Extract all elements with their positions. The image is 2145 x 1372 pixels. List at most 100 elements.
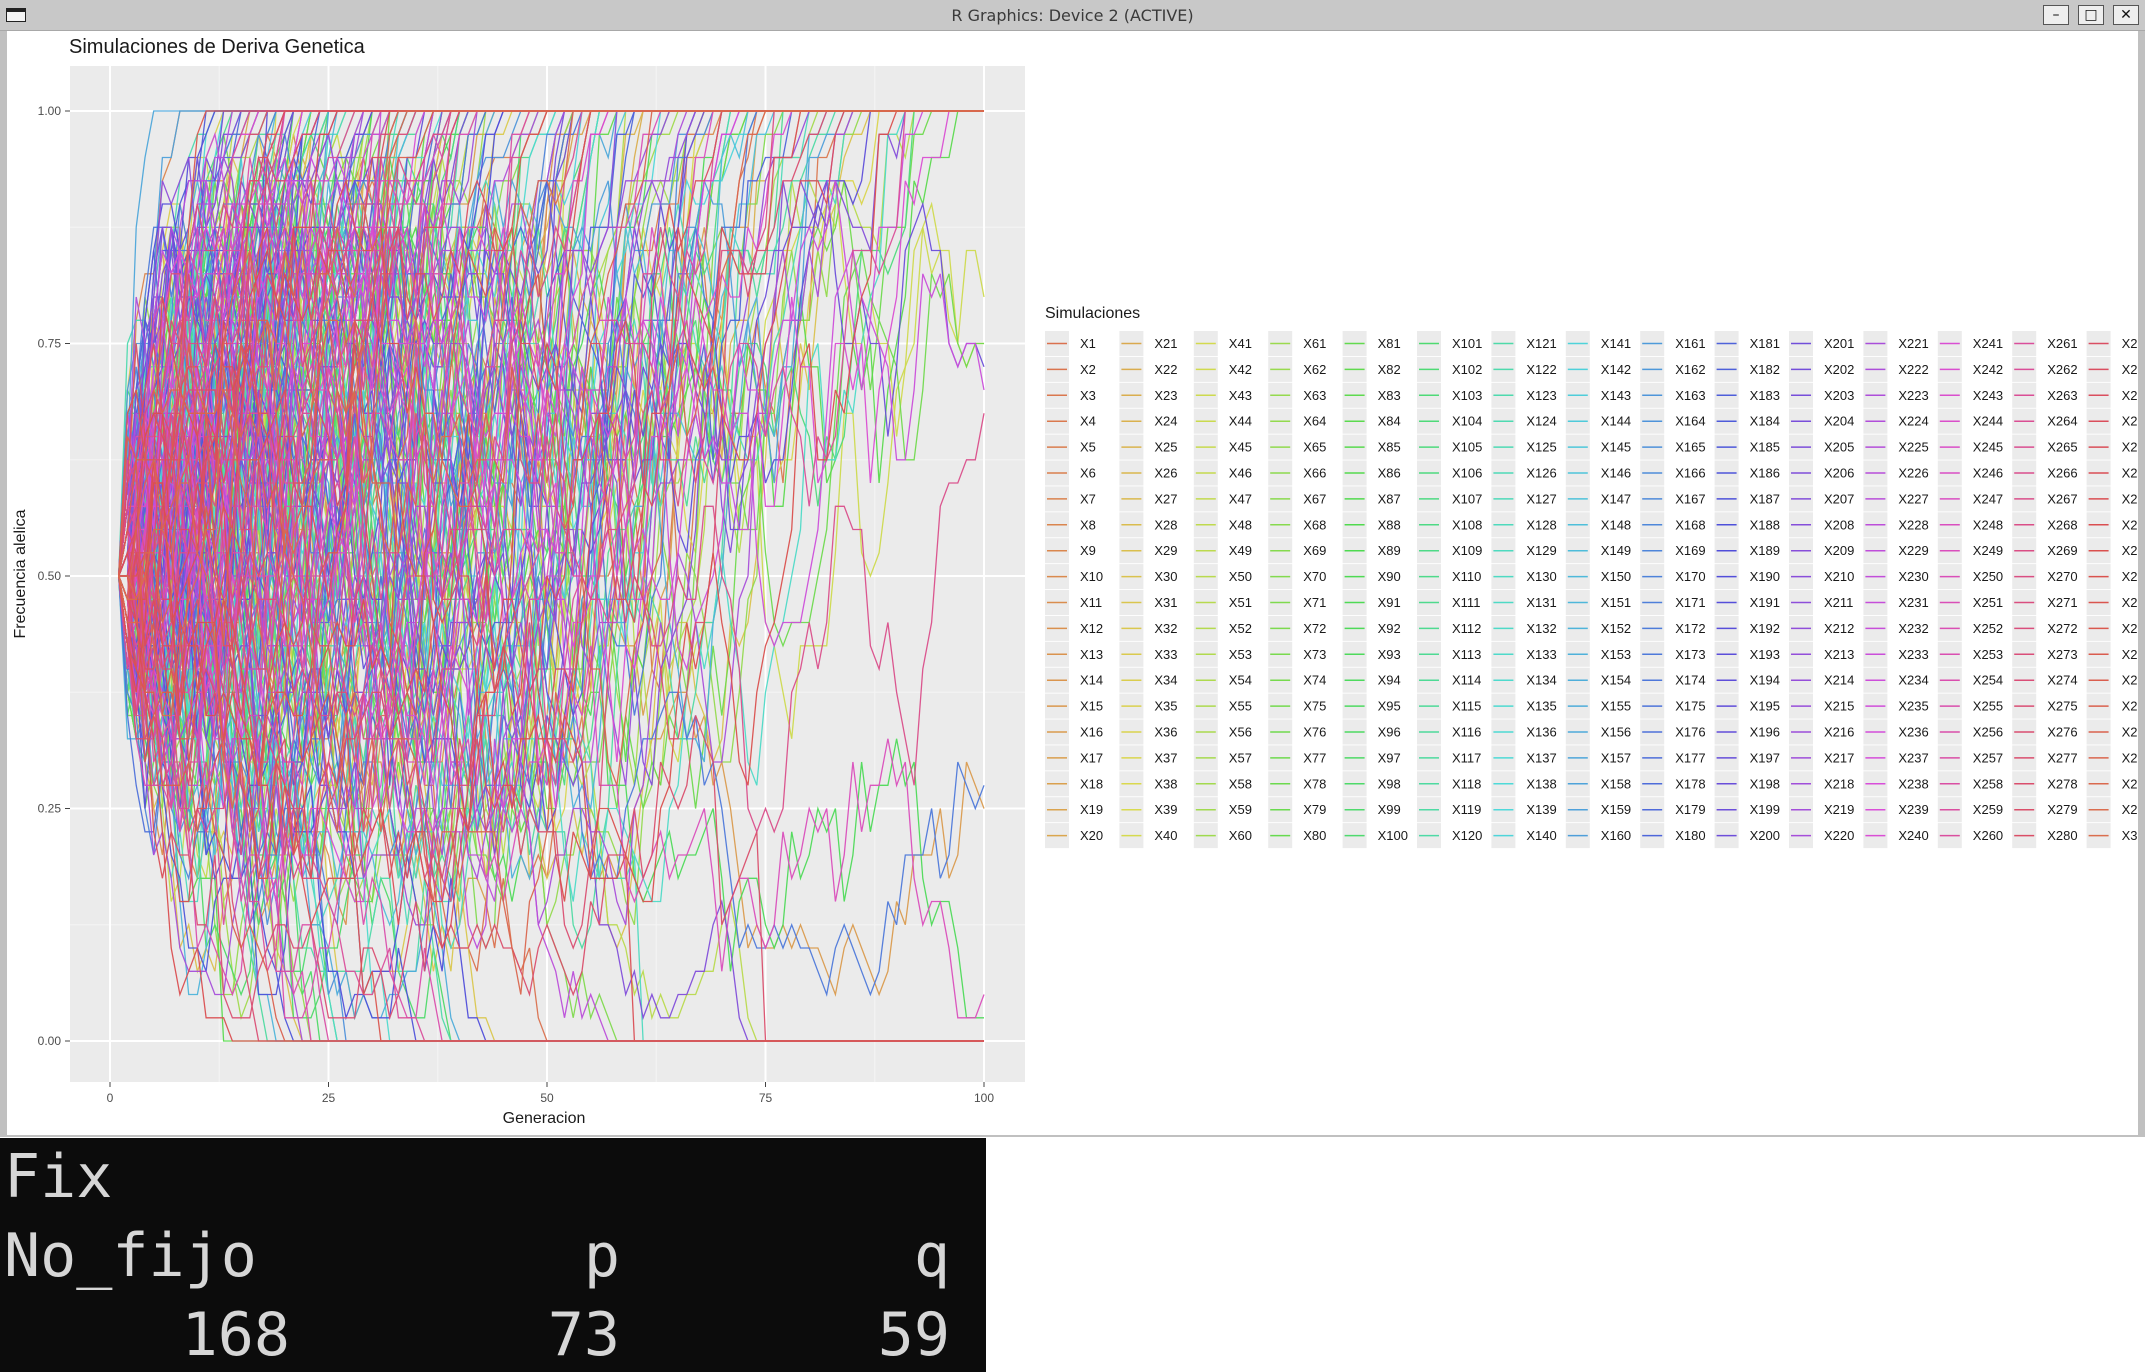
legend-label: X129 — [1526, 543, 1556, 558]
chart-title: Simulaciones de Deriva Genetica — [69, 36, 366, 58]
legend-label: X108 — [1452, 517, 1482, 532]
legend-label: X112 — [1452, 621, 1481, 636]
legend-label: X276 — [2047, 725, 2077, 740]
y-tick-label: 1.00 — [38, 104, 62, 118]
y-tick-label: 0.75 — [38, 337, 62, 351]
legend-label: X300 — [2122, 828, 2138, 843]
x-axis-label: Generacion — [503, 1110, 586, 1127]
legend-label: X37 — [1154, 750, 1177, 765]
legend-label: X277 — [2047, 750, 2077, 765]
window-title: R Graphics: Device 2 (ACTIVE) — [951, 6, 1194, 25]
legend-label: X59 — [1229, 802, 1252, 817]
legend-label: X107 — [1452, 491, 1482, 506]
legend-label: X240 — [1898, 828, 1928, 843]
legend-label: X36 — [1154, 725, 1177, 740]
legend-label: X185 — [1750, 440, 1780, 455]
legend-label: X51 — [1229, 595, 1252, 610]
legend-label: X74 — [1303, 673, 1326, 688]
legend-label: X208 — [1824, 517, 1854, 532]
x-tick-label: 100 — [974, 1091, 994, 1105]
legend-label: X8 — [1080, 517, 1096, 532]
legend-label: X184 — [1750, 414, 1780, 429]
legend-label: X159 — [1601, 802, 1631, 817]
close-button[interactable]: ✕ — [2113, 5, 2139, 25]
legend-label: X137 — [1526, 750, 1556, 765]
legend-label: X115 — [1452, 699, 1481, 714]
legend-label: X193 — [1750, 647, 1780, 662]
legend-label: X95 — [1378, 699, 1401, 714]
legend-label: X237 — [1898, 750, 1928, 765]
legend-label: X38 — [1154, 776, 1177, 791]
legend-label: X250 — [1973, 569, 2003, 584]
legend-label: X245 — [1973, 440, 2003, 455]
legend-label: X274 — [2047, 673, 2077, 688]
legend-label: X285 — [2122, 440, 2138, 455]
legend-label: X267 — [2047, 491, 2077, 506]
drift-line-chart: Simulaciones de Deriva Genetica 0 25 50 75 1… — [12, 36, 2138, 1127]
legend-label: X91 — [1378, 595, 1401, 610]
legend-label: X238 — [1898, 776, 1928, 791]
legend-label: X209 — [1824, 543, 1854, 558]
legend-label: X23 — [1154, 388, 1177, 403]
legend-label: X126 — [1526, 466, 1556, 481]
legend-label: X261 — [2047, 336, 2077, 351]
title-bar[interactable]: R Graphics: Device 2 (ACTIVE) – □ ✕ — [0, 0, 2145, 31]
legend-label: X232 — [1898, 621, 1928, 636]
legend-label: X162 — [1675, 362, 1705, 377]
legend-label: X205 — [1824, 440, 1854, 455]
legend-label: X179 — [1675, 802, 1705, 817]
legend-label: X258 — [1973, 776, 2003, 791]
legend-label: X75 — [1303, 699, 1326, 714]
legend-label: X65 — [1303, 440, 1326, 455]
legend-label: X101 — [1452, 336, 1482, 351]
legend-label: X284 — [2122, 414, 2138, 429]
legend-label: X60 — [1229, 828, 1252, 843]
legend-label: X131 — [1526, 595, 1556, 610]
legend-label: X175 — [1675, 699, 1705, 714]
legend-label: X153 — [1601, 647, 1631, 662]
legend-label: X265 — [2047, 440, 2077, 455]
legend-label: X34 — [1154, 673, 1177, 688]
maximize-button[interactable]: □ — [2078, 5, 2104, 25]
legend-label: X104 — [1452, 414, 1482, 429]
legend-label: X134 — [1526, 673, 1556, 688]
console-value-q: 59 — [877, 1300, 950, 1370]
legend-label: X113 — [1452, 647, 1481, 662]
legend-label: X160 — [1601, 828, 1631, 843]
legend-label: X40 — [1154, 828, 1177, 843]
legend-label: X52 — [1229, 621, 1252, 636]
legend-label: X186 — [1750, 466, 1780, 481]
legend-label: X76 — [1303, 725, 1326, 740]
legend-label: X295 — [2122, 699, 2138, 714]
legend-label: X93 — [1378, 647, 1401, 662]
legend-label: X149 — [1601, 543, 1631, 558]
legend-label: X252 — [1973, 621, 2003, 636]
legend-label: X1 — [1080, 336, 1096, 351]
legend-label: X180 — [1675, 828, 1705, 843]
minimize-button[interactable]: – — [2043, 5, 2069, 25]
legend: X1 X2 X3 X4 X5 X6 X7 X8 X9 X10 X11 X12 X13 X14 X15 X16 X… — [1045, 331, 2138, 849]
console-value-p: 73 — [547, 1300, 620, 1370]
legend-label: X251 — [1973, 595, 2003, 610]
legend-label: X44 — [1229, 414, 1252, 429]
legend-label: X268 — [2047, 517, 2077, 532]
legend-label: X201 — [1824, 336, 1854, 351]
legend-label: X43 — [1229, 388, 1252, 403]
legend-label: X248 — [1973, 517, 2003, 532]
legend-label: X178 — [1675, 776, 1705, 791]
legend-label: X289 — [2122, 543, 2138, 558]
legend-label: X269 — [2047, 543, 2077, 558]
legend-label: X167 — [1675, 491, 1705, 506]
console-value-no-fijo: 168 — [181, 1300, 290, 1370]
console-header-p: p — [583, 1221, 620, 1291]
legend-label: X9 — [1080, 543, 1096, 558]
legend-label: X241 — [1973, 336, 2003, 351]
legend-label: X132 — [1526, 621, 1556, 636]
legend-label: X16 — [1080, 725, 1103, 740]
legend-label: X259 — [1973, 802, 2003, 817]
legend-label: X30 — [1154, 569, 1177, 584]
legend-label: X235 — [1898, 699, 1928, 714]
legend-label: X33 — [1154, 647, 1177, 662]
legend-label: X221 — [1898, 336, 1928, 351]
legend-label: X41 — [1229, 336, 1252, 351]
